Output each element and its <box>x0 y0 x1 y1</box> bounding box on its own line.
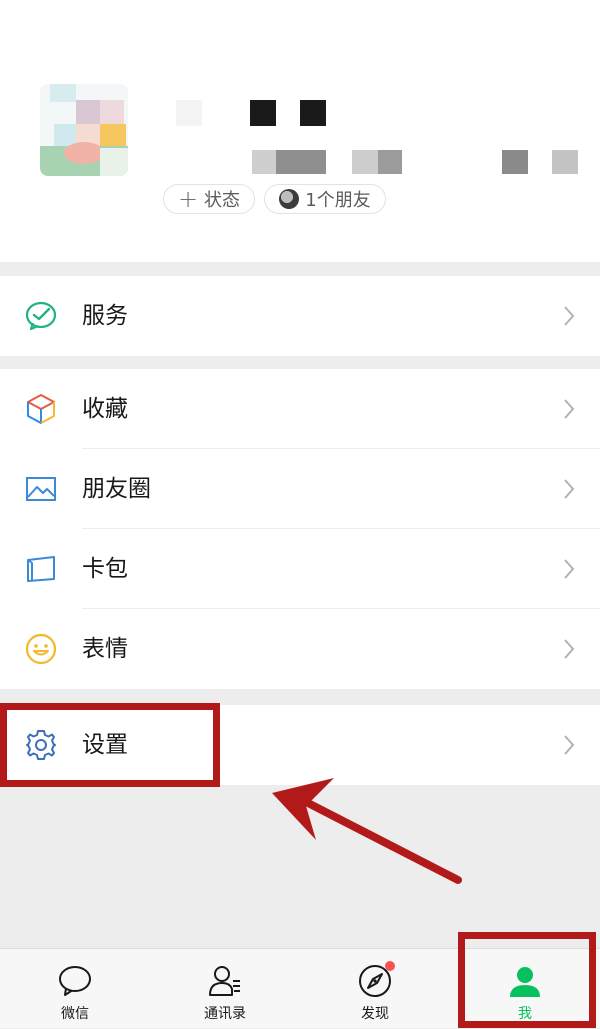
chevron-right-icon <box>564 639 575 659</box>
notification-badge <box>385 961 395 971</box>
menu-item-favorites[interactable]: 收藏 <box>0 369 600 449</box>
chevron-right-icon <box>564 399 575 419</box>
chevron-right-icon <box>564 559 575 579</box>
add-status-button[interactable]: + 状态 <box>163 184 255 214</box>
highlight-me-tab-box <box>458 932 596 1028</box>
tab-label: 微信 <box>61 1006 89 1022</box>
menu-item-services[interactable]: 服务 <box>0 276 600 356</box>
friend-avatar-icon <box>279 189 300 209</box>
plus-icon: + <box>177 185 199 213</box>
chevron-right-icon <box>564 306 575 326</box>
features-group: 收藏 朋友圈 卡包 表情 <box>0 369 600 689</box>
friends-status-button[interactable]: 1个朋友 <box>264 184 386 214</box>
favorites-cube-icon <box>27 394 55 424</box>
tab-chats[interactable]: 微信 <box>0 949 150 1029</box>
tab-discover[interactable]: 发现 <box>300 949 450 1029</box>
friends-label: 1个朋友 <box>305 190 371 211</box>
menu-label-cards: 卡包 <box>82 556 128 582</box>
menu-label-services: 服务 <box>82 303 128 329</box>
menu-label-stickers: 表情 <box>82 636 128 662</box>
services-icon <box>25 301 57 331</box>
chat-bubble-icon <box>59 966 91 996</box>
status-label: 状态 <box>204 190 241 211</box>
smiley-icon <box>25 633 57 665</box>
avatar[interactable] <box>40 84 128 176</box>
profile-header: + 状态 1个朋友 <box>0 0 600 262</box>
tab-contacts[interactable]: 通讯录 <box>150 949 300 1029</box>
tab-label: 通讯录 <box>204 1006 246 1022</box>
menu-label-favorites: 收藏 <box>82 396 128 422</box>
tab-label: 发现 <box>361 1006 389 1022</box>
menu-item-stickers[interactable]: 表情 <box>0 609 600 689</box>
menu-item-moments[interactable]: 朋友圈 <box>0 449 600 529</box>
cards-wallet-icon <box>27 556 55 582</box>
menu-label-moments: 朋友圈 <box>82 476 151 502</box>
menu-item-cards[interactable]: 卡包 <box>0 529 600 609</box>
contacts-icon <box>209 966 240 996</box>
services-group: 服务 <box>0 276 600 356</box>
chevron-right-icon <box>564 735 575 755</box>
chevron-right-icon <box>564 479 575 499</box>
highlight-settings-box <box>0 703 220 787</box>
moments-photo-icon <box>26 477 56 501</box>
